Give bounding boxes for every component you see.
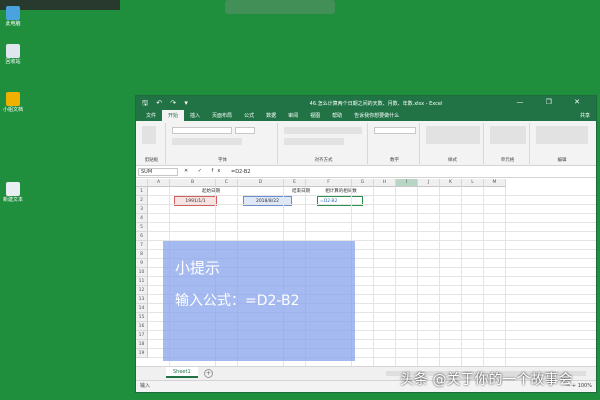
- row-header-2[interactable]: 2: [136, 196, 148, 205]
- column-header-l[interactable]: L: [462, 179, 484, 187]
- add-sheet-icon[interactable]: +: [204, 369, 213, 378]
- tab-data[interactable]: 数据: [260, 110, 282, 121]
- row-header-10[interactable]: 10: [136, 268, 148, 277]
- row-header-14[interactable]: 14: [136, 304, 148, 313]
- group-alignment: 对齐方式: [280, 123, 368, 164]
- group-cells: 单元格: [486, 123, 530, 164]
- tab-formulas[interactable]: 公式: [238, 110, 260, 121]
- tab-help[interactable]: 帮助: [326, 110, 348, 121]
- desktop-icon-recycle-bin[interactable]: 回收站: [2, 44, 24, 65]
- tip-body: 输入公式：=D2-B2: [175, 293, 300, 309]
- watermark: 头条 @关于你的一个故事会: [400, 372, 573, 388]
- font-size-select[interactable]: [235, 127, 255, 134]
- row-header-5[interactable]: 5: [136, 223, 148, 232]
- formula-bar: SUM ✕ ✓ fx =D2-B2: [136, 166, 596, 178]
- row-header-18[interactable]: 18: [136, 340, 148, 349]
- folder-icon: [6, 92, 20, 106]
- row-header-17[interactable]: 17: [136, 331, 148, 340]
- status-mode: 输入: [140, 383, 151, 389]
- paste-icon[interactable]: [142, 126, 156, 144]
- column-header-h[interactable]: H: [374, 179, 396, 187]
- grid-hline: [148, 231, 596, 232]
- share-button[interactable]: 共享: [574, 110, 596, 121]
- recycle-bin-icon: [6, 44, 20, 58]
- column-header-i[interactable]: I: [396, 179, 418, 187]
- row-header-15[interactable]: 15: [136, 313, 148, 322]
- row-header-16[interactable]: 16: [136, 322, 148, 331]
- desktop-icon-text-file[interactable]: 新建文本: [2, 182, 24, 203]
- group-styles: 样式: [422, 123, 484, 164]
- row-header-1[interactable]: 1: [136, 187, 148, 196]
- cells-buttons[interactable]: [490, 126, 526, 144]
- group-clipboard: 剪贴板: [138, 123, 166, 164]
- row-header-19[interactable]: 19: [136, 349, 148, 358]
- column-header-d[interactable]: D: [238, 179, 284, 187]
- row-header-11[interactable]: 11: [136, 277, 148, 286]
- row-header-9[interactable]: 9: [136, 259, 148, 268]
- tab-review[interactable]: 审阅: [282, 110, 304, 121]
- desktop-icon-document[interactable]: 小姐文档: [2, 92, 24, 113]
- row-header-7[interactable]: 7: [136, 241, 148, 250]
- title-bar: 🖫 ↶ ↷ ▾ 46.怎么计算两个日期之间的天数、月数、年数.xlsx - Ex…: [136, 96, 596, 110]
- column-header-a[interactable]: A: [148, 179, 170, 187]
- group-font: 字体: [168, 123, 278, 164]
- tell-me-search[interactable]: 告诉我你想要做什么: [348, 110, 405, 121]
- number-format-select[interactable]: [374, 127, 416, 134]
- window-title: 46.怎么计算两个日期之间的天数、月数、年数.xlsx - Excel: [309, 101, 443, 107]
- font-family-select[interactable]: [172, 127, 232, 134]
- column-header-c[interactable]: C: [216, 179, 238, 187]
- group-editing: 编辑: [532, 123, 592, 164]
- alignment-buttons[interactable]: [284, 127, 362, 134]
- quick-access-toolbar[interactable]: 🖫 ↶ ↷ ▾: [142, 99, 191, 110]
- grid-hline: [148, 195, 596, 196]
- tip-overlay: 小提示 输入公式：=D2-B2: [163, 241, 355, 361]
- row-header-12[interactable]: 12: [136, 286, 148, 295]
- styles-buttons[interactable]: [426, 126, 480, 144]
- text-file-icon: [6, 182, 20, 196]
- ribbon: 剪贴板 字体 对齐方式 数字 样式 单元格 编辑: [136, 121, 596, 166]
- desktop-icon-computer[interactable]: 此电脑: [2, 6, 24, 27]
- tab-home[interactable]: 开始: [162, 110, 185, 121]
- grid-hline: [148, 213, 596, 214]
- select-all-corner[interactable]: [136, 179, 148, 187]
- tab-insert[interactable]: 插入: [184, 110, 206, 121]
- formula-input[interactable]: =D2-B2: [231, 168, 250, 176]
- name-box[interactable]: SUM: [138, 168, 178, 176]
- tab-file[interactable]: 文件: [140, 110, 162, 121]
- indent-buttons[interactable]: [284, 138, 344, 145]
- grid-hline: [148, 204, 596, 205]
- computer-icon: [6, 6, 20, 20]
- grid-hline: [148, 222, 596, 223]
- column-header-m[interactable]: M: [484, 179, 506, 187]
- row-header-13[interactable]: 13: [136, 295, 148, 304]
- row-header-6[interactable]: 6: [136, 232, 148, 241]
- column-header-k[interactable]: K: [440, 179, 462, 187]
- column-header-f[interactable]: F: [306, 179, 352, 187]
- column-header-g[interactable]: G: [352, 179, 374, 187]
- row-header-4[interactable]: 4: [136, 214, 148, 223]
- ribbon-tabs: 文件 开始 插入 页面布局 公式 数据 审阅 视图 帮助 告诉我你想要做什么 共…: [136, 110, 596, 121]
- font-format-buttons[interactable]: [172, 138, 242, 145]
- row-header-3[interactable]: 3: [136, 205, 148, 214]
- formula-icons[interactable]: ✕ ✓ fx: [184, 168, 224, 174]
- window-controls[interactable]: — ❐ ✕: [516, 98, 590, 106]
- sheet-tab[interactable]: Sheet1: [166, 367, 198, 378]
- column-header-j[interactable]: J: [418, 179, 440, 187]
- group-number: 数字: [370, 123, 420, 164]
- tab-view[interactable]: 视图: [304, 110, 326, 121]
- blurred-region: [225, 0, 335, 14]
- row-header-8[interactable]: 8: [136, 250, 148, 259]
- tab-page-layout[interactable]: 页面布局: [206, 110, 238, 121]
- tip-title: 小提示: [175, 259, 221, 277]
- column-header-b[interactable]: B: [170, 179, 216, 187]
- column-header-e[interactable]: E: [284, 179, 306, 187]
- editing-buttons[interactable]: [536, 126, 588, 144]
